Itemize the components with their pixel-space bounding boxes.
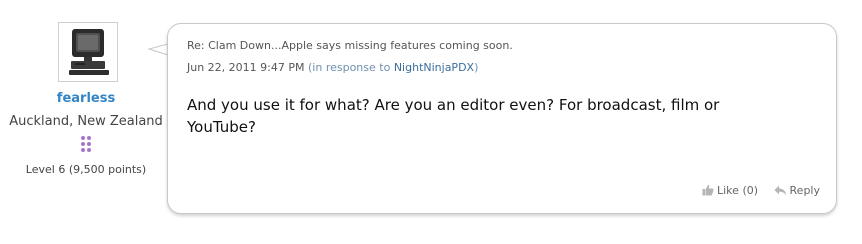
- in-response-suffix: ): [474, 61, 479, 74]
- like-label: Like: [717, 184, 739, 197]
- like-button[interactable]: Like (0): [702, 184, 758, 197]
- computer-icon: [69, 29, 109, 75]
- author-name-link[interactable]: fearless: [0, 91, 172, 106]
- level-badge-icon: [81, 136, 91, 152]
- author-location: Auckland, New Zealand: [9, 114, 163, 129]
- post-actions: Like (0) Reply: [702, 184, 820, 197]
- post-date: Jun 22, 2011 9:47 PM: [187, 61, 305, 74]
- like-count: (0): [742, 184, 759, 197]
- in-response-prefix: (in response to: [308, 61, 391, 74]
- in-response-link[interactable]: NightNinjaPDX: [394, 61, 474, 74]
- post-meta: Jun 22, 2011 9:47 PM (in response to Nig…: [187, 61, 478, 74]
- post-body: And you use it for what? Are you an edit…: [187, 96, 720, 136]
- post-bubble: Re: Clam Down...Apple says missing featu…: [167, 23, 837, 214]
- author-level: Level 6 (9,500 points): [25, 163, 147, 176]
- post-subject: Re: Clam Down...Apple says missing featu…: [187, 39, 513, 52]
- avatar[interactable]: [58, 22, 118, 82]
- reply-label: Reply: [789, 184, 820, 197]
- thumbs-up-icon: [702, 184, 714, 196]
- reply-arrow-icon: [774, 185, 787, 196]
- reply-button[interactable]: Reply: [774, 184, 820, 197]
